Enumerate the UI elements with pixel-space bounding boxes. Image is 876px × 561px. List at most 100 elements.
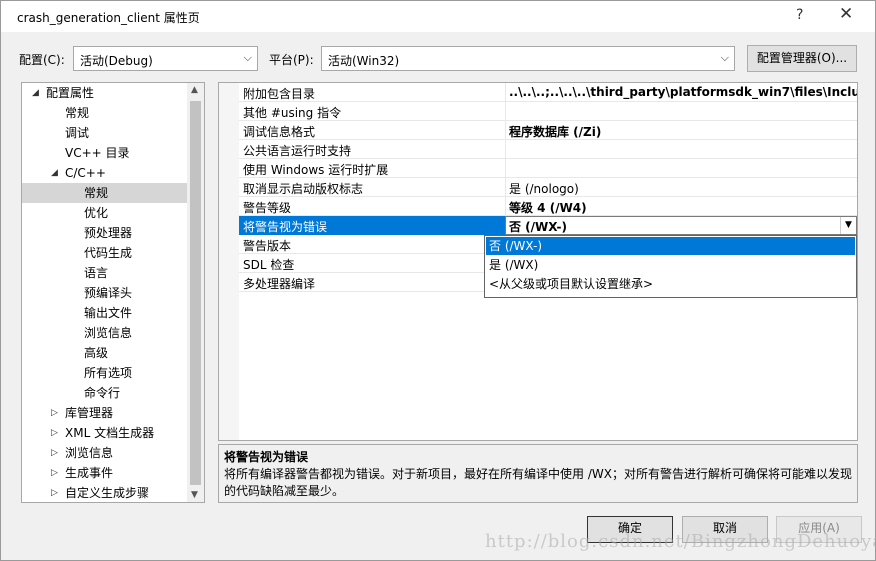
tree-item-label: 配置属性 [46,86,95,100]
tree-item-label: 所有选项 [84,366,133,380]
property-row[interactable]: 将警告视为错误 ▼ 否 (/WX-) [239,216,857,235]
collapse-arrow-icon[interactable]: ◢ [32,83,39,103]
property-name: SDL 检查 [243,258,295,272]
property-name: 附加包含目录 [243,87,316,101]
scroll-down-icon[interactable]: ▼ [191,490,198,500]
tree-item-label: VC++ 目录 [65,146,130,160]
dropdown-option[interactable]: 否 (/WX-) [486,237,855,255]
tree-item[interactable]: 命令行 [22,383,188,403]
property-row[interactable]: 其他 #using 指令 [239,102,857,121]
tree-item[interactable]: 浏览信息 [22,323,188,343]
tree-item[interactable]: 预编译头 [22,283,188,303]
tree-item-label: 常规 [65,106,90,120]
grid-gutter [219,83,239,440]
tree-item-label: XML 文档生成器 [65,426,155,440]
property-name: 警告等级 [243,201,292,215]
tree-item-label: 预处理器 [84,226,133,240]
property-value: 是 (/nologo) [509,182,579,196]
column-divider [505,121,506,140]
expand-arrow-icon[interactable]: ▷ [51,423,58,443]
tree-item[interactable]: 调试 [22,123,188,143]
help-button[interactable]: ? [796,7,803,23]
expand-arrow-icon[interactable]: ▷ [51,403,58,423]
tree-item[interactable]: 常规 [22,183,188,203]
tree-item-label: 调试 [65,126,90,140]
tree-item[interactable]: VC++ 目录 [22,143,188,163]
config-value: 活动(Debug) [80,54,153,68]
expand-arrow-icon[interactable]: ▷ [51,463,58,483]
tree-item[interactable]: ◢ C/C++ [22,163,188,183]
column-divider [505,197,506,216]
tree-item[interactable]: ▷ 浏览信息 [22,443,188,463]
scroll-up-icon[interactable]: ▲ [191,85,198,95]
property-name: 多处理器编译 [243,277,316,291]
tree-item[interactable]: 代码生成 [22,243,188,263]
tree-item-label: 输出文件 [84,306,133,320]
config-label: 配置(C): [19,53,65,67]
close-button[interactable]: ✕ [839,4,853,24]
tree-item[interactable]: 所有选项 [22,363,188,383]
tree-item[interactable]: ▷ 库管理器 [22,403,188,423]
tree-item-label: 浏览信息 [65,446,114,460]
column-divider [505,102,506,121]
property-name: 使用 Windows 运行时扩展 [243,163,389,177]
tree-item-label: 预编译头 [84,286,133,300]
tree-item[interactable]: ▷ 自定义生成步骤 [22,483,188,502]
chevron-down-icon[interactable]: ▼ [840,217,856,234]
tree-item[interactable]: 常规 [22,103,188,123]
chevron-down-icon: ⌵ [720,51,729,64]
property-name: 其他 #using 指令 [243,106,342,120]
tree-item-label: 生成事件 [65,466,114,480]
expand-arrow-icon[interactable]: ▷ [51,483,58,502]
column-divider [505,83,506,102]
property-row[interactable]: 取消显示启动版权标志 是 (/nologo) [239,178,857,197]
tree-item[interactable]: 语言 [22,263,188,283]
property-value: ..\..\..;..\..\..\third_party\platformsd… [509,85,857,99]
tree-item-label: 库管理器 [65,406,114,420]
property-row[interactable]: 公共语言运行时支持 [239,140,857,159]
column-divider [505,178,506,197]
tree-item[interactable]: ◢ 配置属性 [22,83,188,103]
tree-item-label: 命令行 [84,386,121,400]
config-combo[interactable]: 活动(Debug) ⌵ [73,46,258,71]
property-row[interactable]: 使用 Windows 运行时扩展 [239,159,857,178]
value-dropdown-list[interactable]: 否 (/WX-) 是 (/WX) <从父级或项目默认设置继承> [484,235,857,298]
tree-item[interactable]: 预处理器 [22,223,188,243]
column-divider [505,140,506,159]
tree-item[interactable]: ▷ XML 文档生成器 [22,423,188,443]
property-row[interactable]: 警告等级 等级 4 (/W4) [239,197,857,216]
property-row[interactable]: 附加包含目录 ..\..\..;..\..\..\third_party\plat… [239,83,857,102]
title-bar: crash_generation_client 属性页 ? ✕ [1,1,875,32]
tree-item-label: 代码生成 [84,246,133,260]
tree-item[interactable]: 优化 [22,203,188,223]
tree-item[interactable]: 高级 [22,343,188,363]
property-name: 警告版本 [243,239,292,253]
watermark: http://blog.csdn.net/BingzhongDehuoyan [485,531,876,552]
dropdown-option[interactable]: <从父级或项目默认设置继承> [486,275,855,293]
expand-arrow-icon[interactable]: ▷ [51,443,58,463]
property-name: 将警告视为错误 [243,220,328,234]
property-value: 等级 4 (/W4) [509,201,587,215]
platform-combo[interactable]: 活动(Win32) ⌵ [321,46,735,71]
property-value: 否 (/WX-) [509,220,568,234]
tree-scrollbar[interactable]: ▲ ▼ [187,83,204,502]
tree-item-label: 浏览信息 [84,326,133,340]
scroll-thumb[interactable] [190,101,201,485]
tree-item[interactable]: ▷ 生成事件 [22,463,188,483]
tree-item-label: 优化 [84,206,109,220]
description-body: 将所有编译器警告都视为错误。对于新项目，最好在所有编译中使用 /WX；对所有警告… [224,467,852,498]
tree-item-label: 自定义生成步骤 [65,486,150,500]
config-manager-button[interactable]: 配置管理器(O)... [747,45,857,72]
platform-value: 活动(Win32) [328,54,400,68]
collapse-arrow-icon[interactable]: ◢ [51,163,58,183]
property-tree[interactable]: ▷ 自定义生成步骤 ▷ 生成事件 ▷ 浏览信息 ▷ XML 文档生成器 ▷ 库管理器 命令行 所有选项… [21,82,205,503]
tree-item-label: 常规 [84,186,109,200]
tree-item-label: C/C++ [65,166,106,180]
property-value: 程序数据库 (/Zi) [509,125,602,139]
dropdown-option[interactable]: 是 (/WX) [486,256,855,274]
properties-dialog: crash_generation_client 属性页 ? ✕ 配置(C): 活… [0,0,876,561]
tree-item[interactable]: 输出文件 [22,303,188,323]
description-panel: 将警告视为错误 将所有编译器警告都视为错误。对于新项目，最好在所有编译中使用 /… [218,444,858,503]
property-row[interactable]: 调试信息格式 程序数据库 (/Zi) [239,121,857,140]
tree-item-label: 语言 [84,266,109,280]
